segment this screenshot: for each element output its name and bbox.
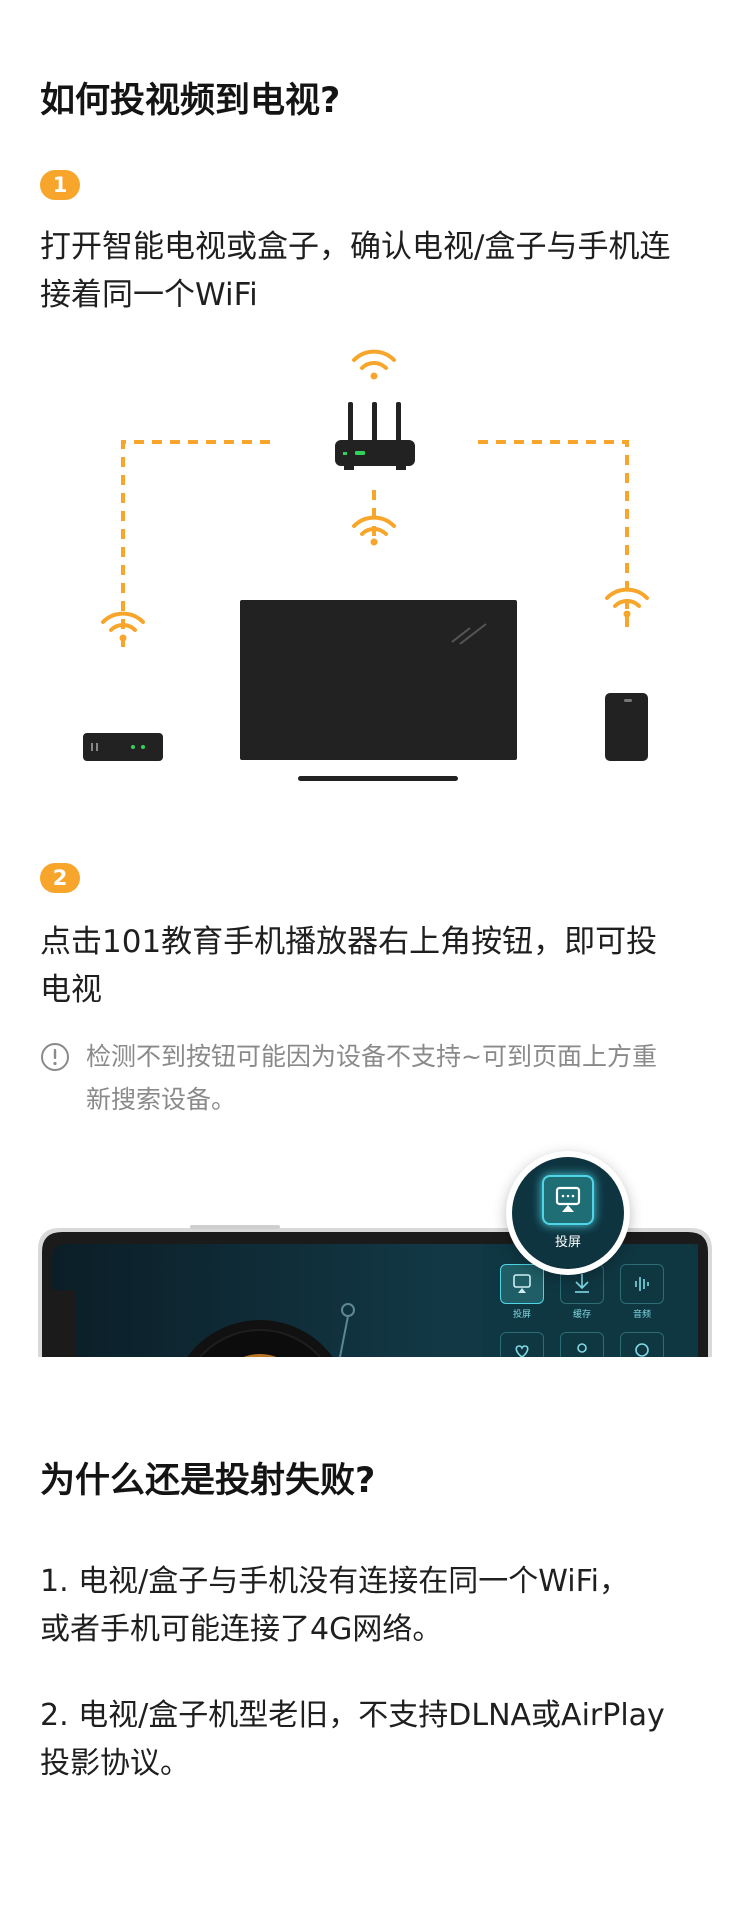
phone-mockup: 投屏 缓存 音频	[0, 1140, 750, 1357]
tv-icon	[240, 600, 517, 781]
reason-2: 2. 电视/盒子机型老旧，不支持DLNA或AirPlay 投影协议。	[40, 1692, 720, 1788]
section-2-title: 为什么还是投射失败?	[40, 1461, 376, 1501]
cast-highlight-badge: 投屏	[506, 1151, 630, 1275]
heart-icon	[515, 1345, 529, 1357]
step-badge-1: 1	[40, 170, 80, 200]
step-badge-2: 2	[40, 863, 80, 893]
tile-favorite-button[interactable]	[500, 1332, 544, 1357]
audio-wave-icon	[635, 1277, 649, 1291]
step-2-line-2: 电视	[40, 972, 102, 1008]
tip-line-2: 新搜索设备。	[86, 1085, 237, 1114]
tile-audio-button[interactable]	[620, 1264, 664, 1304]
step-2-text: 点击101教育手机播放器右上角按钮，即可投 电视	[40, 918, 720, 1014]
step-1-text: 打开智能电视或盒子，确认电视/盒子与手机连 接着同一个WiFi	[40, 223, 720, 319]
cast-icon-large	[555, 1186, 581, 1212]
reason-2-line-1: 2. 电视/盒子机型老旧，不支持DLNA或AirPlay	[40, 1698, 665, 1733]
cast-highlight-inner: 投屏	[512, 1157, 624, 1269]
tile-user-button[interactable]	[560, 1332, 604, 1357]
step-1-line-1: 打开智能电视或盒子，确认电视/盒子与手机连	[40, 229, 671, 265]
cast-highlight-label: 投屏	[554, 1235, 581, 1250]
tv-box-icon	[83, 733, 163, 761]
page-title: 如何投视频到电视?	[40, 81, 341, 121]
close-circle-icon	[635, 1343, 649, 1357]
router-icon	[335, 402, 415, 470]
tile-audio-label: 音频	[632, 1310, 651, 1320]
phone-mockup-frame	[38, 1225, 712, 1357]
user-icon	[577, 1343, 587, 1353]
cast-highlight-button[interactable]	[542, 1175, 594, 1225]
reason-2-line-2: 投影协议。	[40, 1746, 190, 1781]
step-2-line-1: 点击101教育手机播放器右上角按钮，即可投	[40, 924, 658, 960]
tile-download-label: 缓存	[572, 1310, 591, 1320]
step-1-line-2: 接着同一个WiFi	[40, 277, 258, 313]
reason-1: 1. 电视/盒子与手机没有连接在同一个WiFi， 或者手机可能连接了4G网络。	[40, 1558, 720, 1654]
tip-line-1: 检测不到按钮可能因为设备不支持~可到页面上方重	[86, 1042, 657, 1071]
wifi-icon-router	[352, 349, 396, 380]
phone-icon	[605, 693, 648, 761]
info-icon	[41, 1043, 69, 1071]
wifi-network-illustration	[83, 349, 649, 781]
tile-cast-label: 投屏	[512, 1310, 531, 1320]
reason-1-line-2: 或者手机可能连接了4G网络。	[40, 1612, 443, 1647]
tile-cast-button[interactable]	[500, 1264, 544, 1304]
tip-text: 检测不到按钮可能因为设备不支持~可到页面上方重 新搜索设备。	[86, 1035, 686, 1121]
cast-icon	[513, 1274, 531, 1293]
reason-1-line-1: 1. 电视/盒子与手机没有连接在同一个WiFi，	[40, 1564, 630, 1599]
tile-close-button[interactable]	[620, 1332, 664, 1357]
